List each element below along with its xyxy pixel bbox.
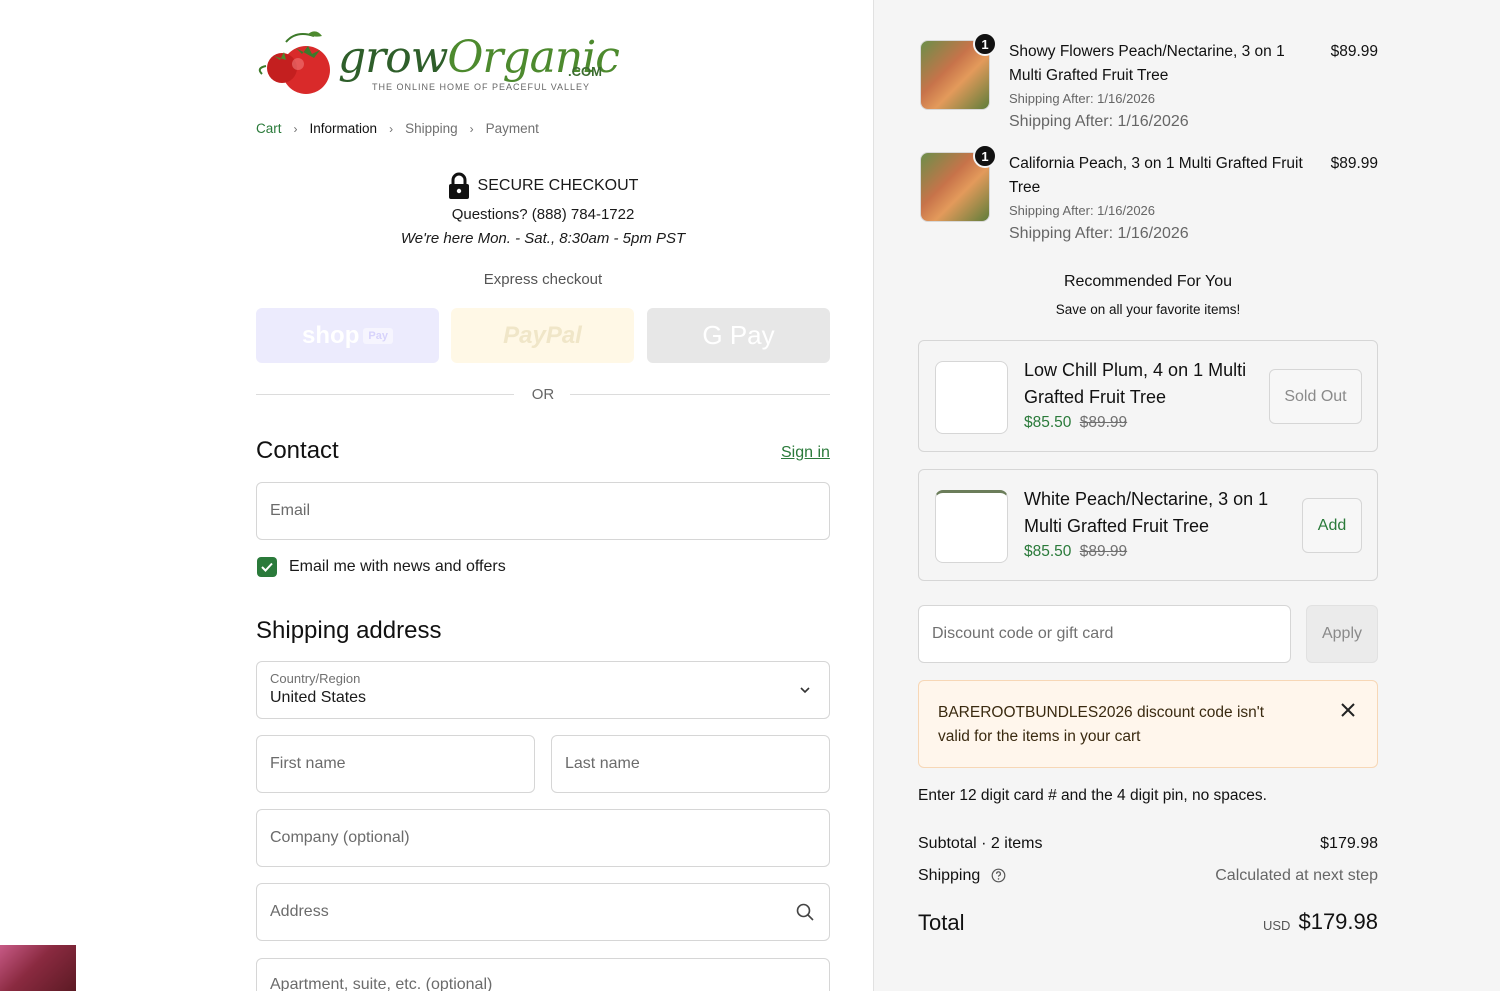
address-field[interactable]: Address — [256, 883, 830, 941]
marketing-checkbox-label: Email me with news and offers — [289, 558, 506, 575]
quantity-badge: 1 — [973, 144, 997, 168]
sold-out-button[interactable]: Sold Out — [1269, 369, 1362, 424]
product-thumbnail — [935, 361, 1008, 434]
floating-thumbnail — [0, 945, 76, 991]
subtotal-value: $179.98 — [1320, 835, 1378, 852]
cart-item-price: $89.99 — [1330, 43, 1378, 60]
first-name-field[interactable]: First name — [256, 735, 535, 793]
total-currency: USD — [1263, 918, 1291, 933]
express-checkout-label: Express checkout — [483, 271, 603, 288]
shipping-row-label: Shipping — [918, 867, 1006, 885]
recommended-item-price: $85.50 $89.99 — [1024, 543, 1127, 561]
sale-price: $85.50 — [1024, 543, 1072, 560]
paypal-button[interactable]: PayPal — [451, 308, 634, 363]
total-value: $179.98 — [1298, 909, 1378, 934]
discount-code-input[interactable]: Discount code or gift card — [918, 605, 1291, 663]
recommended-card: White Peach/Nectarine, 3 on 1 Multi Graf… — [918, 469, 1378, 581]
recommended-item-name: Low Chill Plum, 4 on 1 Multi Grafted Fru… — [1024, 360, 1247, 407]
recommended-item-price: $85.50 $89.99 — [1024, 414, 1127, 432]
chevron-down-icon — [800, 687, 810, 694]
lock-icon — [448, 172, 469, 199]
grow-organic-logo[interactable]: growOrganic .COM THE ONLINE HOME OF PEAC… — [256, 28, 620, 102]
contact-heading: Contact — [256, 437, 339, 464]
email-field[interactable]: Email — [256, 482, 830, 540]
compare-price: $89.99 — [1079, 414, 1128, 431]
google-pay-button[interactable]: G Pay — [647, 308, 830, 363]
cart-item-shipping: Shipping After: 1/16/2026 — [1009, 225, 1189, 242]
subtotal-label: Subtotal · 2 items — [918, 835, 1043, 852]
quantity-badge: 1 — [973, 32, 997, 56]
discount-error-message: BAREROOTBUNDLES2026 discount code isn't … — [938, 704, 1265, 745]
cart-item-title: California Peach, 3 on 1 Multi Grafted F… — [1009, 155, 1303, 196]
cart-item-price: $89.99 — [1330, 155, 1378, 172]
add-button[interactable]: Add — [1302, 498, 1362, 553]
secure-checkout-heading: SECURE CHECKOUT — [256, 172, 830, 200]
sign-in-link[interactable]: Sign in — [781, 444, 830, 462]
checkmark-icon — [261, 562, 273, 572]
last-name-field[interactable]: Last name — [551, 735, 830, 793]
cart-item-shipping-note: Shipping After: 1/16/2026 — [1009, 91, 1156, 106]
compare-price: $89.99 — [1079, 543, 1128, 560]
logo-tagline: THE ONLINE HOME OF PEACEFUL VALLEY — [372, 82, 591, 92]
apply-discount-button[interactable]: Apply — [1306, 605, 1378, 663]
divider — [570, 394, 830, 395]
secure-checkout-title: SECURE CHECKOUT — [477, 177, 639, 194]
breadcrumb-cart[interactable]: Cart — [256, 121, 282, 136]
address-placeholder: Address — [270, 903, 329, 920]
shipping-value: Calculated at next step — [1215, 867, 1378, 884]
breadcrumb-information: Information — [309, 121, 378, 136]
chevron-right-icon: › — [293, 121, 298, 136]
help-icon[interactable] — [991, 868, 1006, 883]
chevron-right-icon: › — [389, 121, 394, 136]
recommended-subtitle: Save on all your favorite items! — [1055, 302, 1241, 317]
support-hours: We're here Mon. - Sat., 8:30am - 5pm PST — [400, 230, 686, 247]
sale-price: $85.50 — [1024, 414, 1072, 431]
tomato-icon — [258, 31, 330, 94]
apartment-field[interactable]: Apartment, suite, etc. (optional) — [256, 958, 830, 991]
breadcrumb: Cart › Information › Shipping › Payment — [256, 121, 539, 136]
chevron-right-icon: › — [469, 121, 474, 136]
country-select-value: United States — [270, 689, 367, 706]
shipping-address-heading: Shipping address — [256, 617, 442, 644]
country-select-label: Country/Region — [270, 671, 361, 686]
shop-pay-button[interactable]: shop Pay — [256, 308, 439, 363]
cart-item-shipping: Shipping After: 1/16/2026 — [1009, 113, 1189, 130]
marketing-checkbox[interactable] — [257, 557, 277, 577]
gift-card-hint: Enter 12 digit card # and the 4 digit pi… — [918, 787, 1267, 804]
logo-domain: .COM — [568, 64, 602, 79]
cart-item: 1 Showy Flowers Peach/Nectarine, 3 on 1 … — [918, 32, 1378, 135]
or-divider-label: OR — [531, 386, 555, 403]
shipping-label: Shipping — [918, 867, 981, 884]
google-pay-logo: G Pay — [702, 320, 775, 350]
divider — [256, 394, 514, 395]
breadcrumb-shipping: Shipping — [405, 121, 458, 136]
total-label: Total — [918, 910, 965, 935]
breadcrumb-payment: Payment — [485, 121, 539, 136]
product-thumbnail — [935, 490, 1008, 563]
recommended-item-name: White Peach/Nectarine, 3 on 1 Multi Graf… — [1024, 489, 1269, 536]
questions-phone: Questions? (888) 784-1722 — [451, 206, 635, 223]
shop-pay-logo: shop — [302, 321, 360, 349]
search-icon[interactable] — [795, 902, 815, 922]
close-icon[interactable] — [1339, 701, 1357, 719]
cart-item-shipping-note: Shipping After: 1/16/2026 — [1009, 203, 1156, 218]
recommended-card: Low Chill Plum, 4 on 1 Multi Grafted Fru… — [918, 340, 1378, 452]
discount-error-banner: BAREROOTBUNDLES2026 discount code isn't … — [918, 680, 1378, 768]
shop-pay-badge: Pay — [363, 327, 393, 344]
checkout-main: growOrganic .COM THE ONLINE HOME OF PEAC… — [0, 0, 873, 991]
recommended-title: Recommended For You — [1063, 273, 1233, 290]
cart-item: 1 California Peach, 3 on 1 Multi Grafted… — [918, 144, 1378, 247]
company-field[interactable]: Company (optional) — [256, 809, 830, 867]
paypal-logo: PayPal — [503, 321, 582, 349]
cart-item-title: Showy Flowers Peach/Nectarine, 3 on 1 Mu… — [1009, 43, 1285, 84]
